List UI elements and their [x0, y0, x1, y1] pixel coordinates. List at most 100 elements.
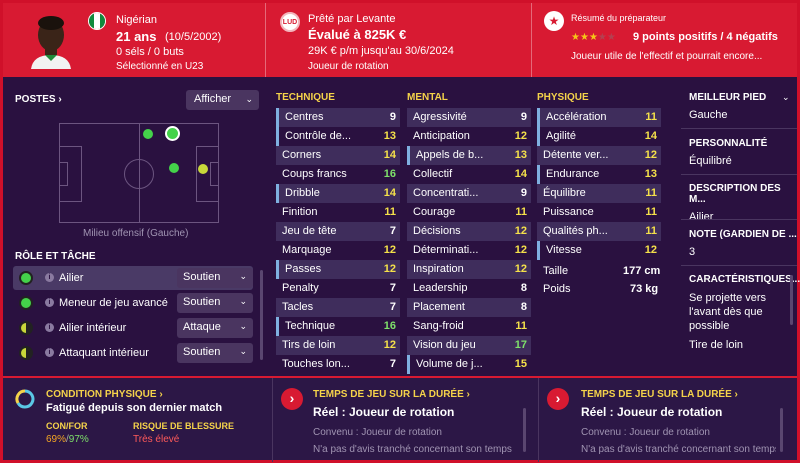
info-icon[interactable]: i	[45, 298, 54, 307]
attribute-row[interactable]: Qualités ph... 11	[537, 222, 661, 241]
duty-dropdown[interactable]: Attaque ⌄	[177, 318, 253, 338]
attribute-row[interactable]: Coups francs 16	[276, 165, 400, 184]
info-icon[interactable]: i	[45, 323, 54, 332]
roles-scrollbar[interactable]	[260, 270, 263, 360]
attribute-row[interactable]: Centres 9	[276, 108, 400, 127]
attribute-name: Puissance	[543, 206, 594, 218]
show-dropdown[interactable]: Afficher ⌄	[186, 90, 259, 110]
attribute-row[interactable]: Appels de b... 13	[407, 146, 531, 165]
attribute-name: Marquage	[282, 244, 332, 256]
attribute-name: Vitesse	[546, 244, 582, 256]
info-icon[interactable]: i	[45, 348, 54, 357]
duty-dropdown[interactable]: Soutien ⌄	[177, 293, 253, 313]
attribute-row[interactable]: Puissance 11	[537, 203, 661, 222]
star-rating: ★★★★★	[571, 32, 616, 43]
positions-title[interactable]: POSTES ›	[15, 94, 62, 105]
attribute-row[interactable]: Contrôle de... 13	[276, 127, 400, 146]
playing-time-panel-2[interactable]: › TEMPS DE JEU SUR LA DURÉE › Réel : Jou…	[539, 378, 797, 462]
report-section[interactable]: ★ Résumé du préparateur ★★★★★ 9 points p…	[532, 3, 797, 77]
playing-time-actual: Réel : Joueur de rotation	[581, 405, 723, 419]
attribute-row[interactable]: Passes 12	[276, 260, 400, 279]
attribute-name: Détente ver...	[543, 149, 609, 161]
info-icon[interactable]: i	[45, 273, 54, 282]
attribute-name: Leadership	[413, 282, 468, 294]
attribute-row[interactable]: Décisions 12	[407, 222, 531, 241]
attribute-row[interactable]: Équilibre 11	[537, 184, 661, 203]
attribute-row[interactable]: Endurance 13	[537, 165, 661, 184]
attribute-value: 13	[383, 130, 396, 142]
attribute-row[interactable]: Marquage 12	[276, 241, 400, 260]
attribute-row[interactable]: Déterminati... 12	[407, 241, 531, 260]
attribute-row[interactable]: Agressivité 9	[407, 108, 531, 127]
attribute-row[interactable]: Volume de j... 15	[407, 355, 531, 374]
attribute-row[interactable]: Accélération 11	[537, 108, 661, 127]
attribute-value: 12	[644, 149, 657, 161]
chevron-down-icon[interactable]: ⌄	[782, 92, 790, 103]
contract-section: LUD Prêté par Levante Évalué à 825K € 29…	[266, 3, 532, 77]
personality: PERSONNALITÉ Équilibré	[689, 138, 768, 167]
attribute-row[interactable]: Courage 11	[407, 203, 531, 222]
attribute-row[interactable]: Concentrati... 9	[407, 184, 531, 203]
attribute-row[interactable]: Dribble 14	[276, 184, 400, 203]
attribute-name: Sang-froid	[413, 320, 464, 332]
attribute-row[interactable]: Détente ver... 12	[537, 146, 661, 165]
duty-dropdown[interactable]: Soutien ⌄	[177, 268, 253, 288]
attribute-row[interactable]: Sang-froid 11	[407, 317, 531, 336]
role-suitability-icon	[19, 321, 33, 335]
role-name: Ailier	[59, 272, 84, 284]
attribute-row[interactable]: Vision du jeu 17	[407, 336, 531, 355]
attribute-row[interactable]: Tacles 7	[276, 298, 400, 317]
attribute-value: 15	[514, 358, 527, 370]
attribute-value: 7	[389, 358, 396, 370]
attribute-row[interactable]: Leadership 8	[407, 279, 531, 298]
attribute-row[interactable]: Tirs de loin 12	[276, 336, 400, 355]
role-row[interactable]: i Attaquant intérieur Soutien ⌄	[13, 341, 253, 365]
scrollbar[interactable]	[780, 408, 783, 452]
attribute-row[interactable]: Penalty 7	[276, 279, 400, 298]
attribute-value: 11	[384, 206, 396, 218]
attribute-value: 16	[383, 168, 396, 180]
attribute-value: 9	[520, 187, 527, 199]
condition-text: Fatigué depuis son dernier match	[46, 402, 223, 414]
weight-value: 73 kg	[630, 283, 659, 295]
attribute-row[interactable]: Placement 8	[407, 298, 531, 317]
attribute-name: Touches lon...	[282, 358, 350, 370]
attribute-row[interactable]: Anticipation 12	[407, 127, 531, 146]
position-label: Milieu offensif (Gauche)	[83, 228, 189, 239]
traits-scrollbar[interactable]	[790, 275, 793, 325]
scrollbar[interactable]	[523, 408, 526, 452]
attribute-value: 11	[515, 206, 527, 218]
condition-panel[interactable]: CONDITION PHYSIQUE › Fatigué depuis son …	[3, 378, 273, 462]
attribute-value: 7	[389, 301, 396, 313]
attribute-row[interactable]: Collectif 14	[407, 165, 531, 184]
duty-dropdown[interactable]: Soutien ⌄	[177, 343, 253, 363]
attribute-name: Équilibre	[543, 187, 586, 199]
player-header: Nigérian 21 ans (10/5/2002) 0 séls / 0 b…	[3, 3, 797, 77]
playing-time-panel-1[interactable]: › TEMPS DE JEU SUR LA DURÉE › Réel : Jou…	[273, 378, 539, 462]
caps: 0 séls / 0 buts	[116, 46, 184, 58]
attribute-value: 13	[514, 149, 527, 161]
role-row[interactable]: i Ailier intérieur Attaque ⌄	[13, 316, 253, 340]
attribute-value: 11	[645, 206, 657, 218]
age: 21 ans	[116, 29, 157, 44]
con-for-values: 69%/97%	[46, 434, 89, 445]
value: Évalué à 825K €	[308, 27, 407, 42]
role-suitability-icon	[19, 346, 33, 360]
attribute-row[interactable]: Finition 11	[276, 203, 400, 222]
attribute-row[interactable]: Corners 14	[276, 146, 400, 165]
role-row[interactable]: i Ailier Soutien ⌄	[13, 266, 253, 290]
chevron-right-icon: ›	[156, 389, 163, 400]
attribute-row[interactable]: Agilité 14	[537, 127, 661, 146]
position-dot	[169, 163, 179, 173]
wage: 29K € p/m jusqu'au 30/6/2024	[308, 45, 454, 57]
attribute-name: Dribble	[285, 187, 320, 199]
attribute-name: Appels de b...	[416, 149, 484, 161]
attribute-row[interactable]: Touches lon... 7	[276, 355, 400, 374]
role-row[interactable]: i Meneur de jeu avancé Soutien ⌄	[13, 291, 253, 315]
attribute-row[interactable]: Technique 16	[276, 317, 400, 336]
attribute-row[interactable]: Inspiration 12	[407, 260, 531, 279]
attribute-row[interactable]: Jeu de tête 7	[276, 222, 400, 241]
goalkeeper-rating: NOTE (GARDIEN DE ... 3	[689, 229, 797, 258]
loan-status[interactable]: Prêté par Levante	[308, 13, 395, 25]
attribute-row[interactable]: Vitesse 12	[537, 241, 661, 260]
